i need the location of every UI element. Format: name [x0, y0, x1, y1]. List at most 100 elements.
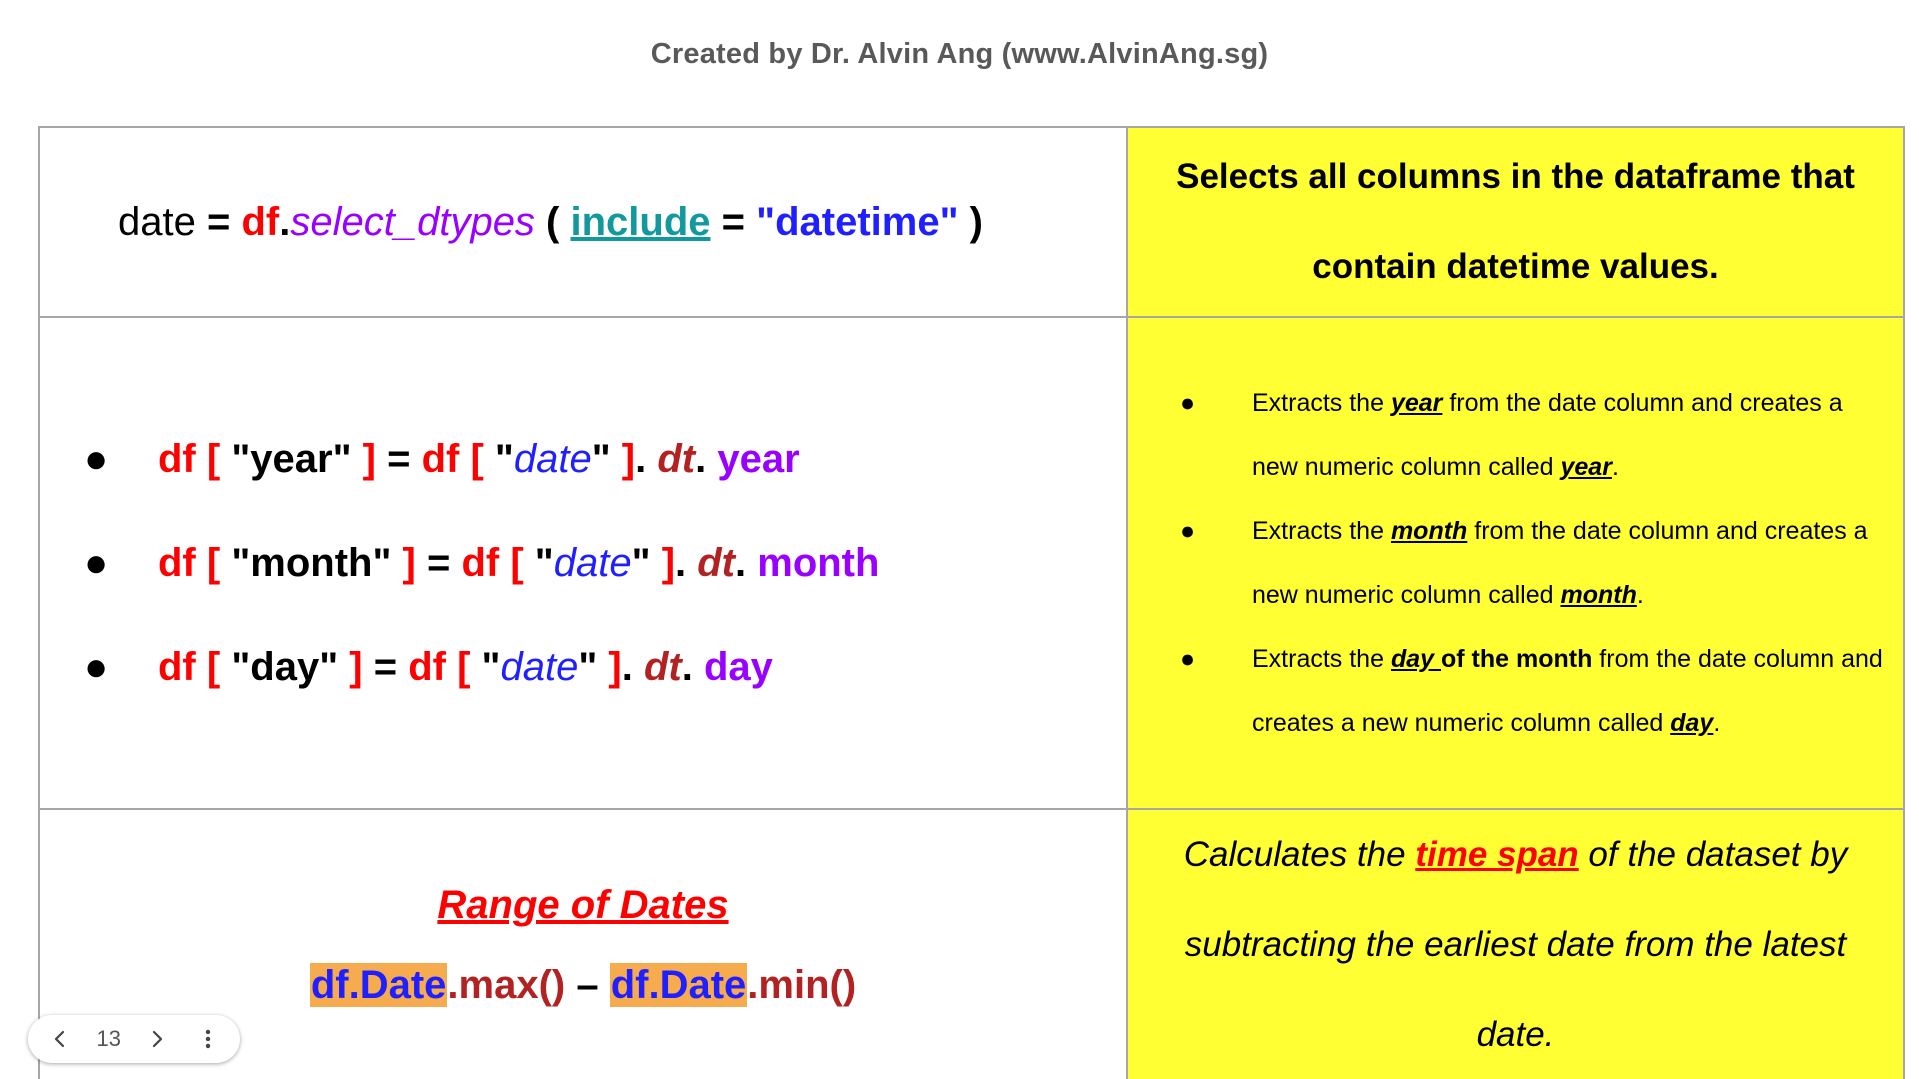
code-df: df: [421, 437, 460, 481]
code-bracket: [: [195, 437, 232, 481]
code-close-paren: ): [958, 199, 983, 244]
code-bracket: ]: [610, 437, 636, 481]
desc-text: Extracts the: [1252, 389, 1391, 417]
code-eq: =: [195, 199, 242, 244]
code-df: df: [158, 541, 196, 585]
code-attr: month: [757, 541, 880, 585]
bullet-icon: ●: [84, 645, 109, 689]
code-quote: ": [631, 541, 651, 585]
prev-page-button[interactable]: [46, 1025, 74, 1053]
highlight-df-date: df.Date: [609, 963, 748, 1007]
code-bracket: [: [195, 645, 232, 689]
document-page: Created by Dr. Alvin Ang (www.AlvinAng.s…: [0, 0, 1919, 1079]
code-bracket: ]: [650, 541, 676, 585]
content-table: date = df.select_dtypes ( include = "dat…: [38, 126, 1905, 1079]
code-col: date: [500, 645, 579, 689]
range-title: Range of Dates: [437, 883, 729, 927]
code-method: select_dtypes: [290, 199, 535, 244]
more-options-button[interactable]: [194, 1025, 222, 1053]
code-eq: =: [375, 437, 422, 481]
code-dot: .: [681, 645, 704, 689]
chevron-right-icon: [153, 1030, 163, 1048]
highlight-df-date: df.Date: [309, 963, 448, 1007]
page-number: 13: [96, 1026, 121, 1051]
code-var: date: [118, 199, 196, 244]
desc-text: .: [1713, 709, 1721, 737]
code-dot: .: [635, 437, 658, 481]
next-page-button[interactable]: [143, 1025, 171, 1053]
row-dt-extract: ● df [ "year" ] = df [ "date" ]. dt. year…: [38, 316, 1905, 810]
code-attr: year: [717, 437, 800, 481]
code-col: date: [513, 437, 592, 481]
code-dot: .: [675, 541, 698, 585]
code-key: "year": [231, 437, 352, 481]
desc-text: Calculates the: [1183, 835, 1416, 874]
code-dt: dt: [643, 645, 682, 689]
code-bracket: [: [499, 541, 535, 585]
code-open-paren: (: [534, 199, 571, 244]
desc-bold: of the month: [1441, 645, 1593, 673]
code-col: date: [553, 541, 632, 585]
code-bracket: ]: [391, 541, 416, 585]
code-eq2: =: [710, 199, 757, 244]
desc-text: .: [1611, 453, 1619, 481]
code-bracket: [: [445, 645, 482, 689]
code-item-year: ● df [ "year" ] = df [ "date" ]. dt. year: [84, 407, 1126, 511]
code-item-month: ● df [ "month" ] = df [ "date" ]. dt. mon…: [84, 511, 1126, 615]
desc-list: ● Extracts the year from the date column …: [1128, 371, 1903, 755]
code-key: "day": [231, 645, 339, 689]
code-cell-select-dtypes: date = df.select_dtypes ( include = "dat…: [38, 126, 1128, 318]
row-select-dtypes: date = df.select_dtypes ( include = "dat…: [38, 126, 1905, 318]
code-dot: .: [735, 541, 758, 585]
desc-emphasis: day: [1390, 645, 1435, 673]
desc-item-year: ● Extracts the year from the date column …: [1180, 371, 1883, 499]
code-obj: df: [241, 199, 280, 244]
code-cell-dt-extract: ● df [ "year" ] = df [ "date" ]. dt. year…: [38, 316, 1128, 810]
desc-range: Calculates the time span of the dataset …: [1128, 810, 1903, 1079]
code-bracket: ]: [597, 645, 622, 689]
code-list: ● df [ "year" ] = df [ "date" ]. dt. year…: [40, 407, 1126, 719]
desc-emphasis: month: [1390, 517, 1468, 545]
code-dot: .: [279, 199, 291, 244]
code-bracket: ]: [338, 645, 363, 689]
bullet-icon: ●: [84, 541, 109, 585]
desc-emphasis: year: [1390, 389, 1443, 417]
code-quote: ": [578, 645, 598, 689]
code-call: .min(): [747, 963, 857, 1007]
code-call: .max(): [447, 963, 566, 1007]
desc-item-day: ● Extracts the day of the month from the …: [1180, 627, 1883, 755]
code-quote: ": [534, 541, 554, 585]
code-df: df: [461, 541, 500, 585]
range-expression: df.Date.max() – df.Date.min(): [40, 957, 1126, 1013]
page-navigator: 13: [28, 1015, 240, 1063]
code-item-day: ● df [ "day" ] = df [ "date" ]. dt. day: [84, 615, 1126, 719]
bullet-icon: ●: [1180, 645, 1196, 673]
desc-text: [1434, 645, 1441, 673]
desc-item-month: ● Extracts the month from the date column…: [1180, 499, 1883, 627]
code-select-dtypes: date = df.select_dtypes ( include = "dat…: [40, 200, 1126, 245]
bullet-icon: ●: [1180, 517, 1196, 545]
code-df: df: [158, 645, 196, 689]
code-dot: .: [695, 437, 718, 481]
desc-emphasis: month: [1560, 581, 1637, 609]
desc-cell-dt-extract: ● Extracts the year from the date column …: [1126, 316, 1905, 810]
desc-select-dtypes: Selects all columns in the dataframe tha…: [1176, 157, 1855, 286]
code-param: include: [570, 199, 711, 244]
kebab-menu-icon: [205, 1029, 211, 1049]
code-bracket: [: [195, 541, 232, 585]
desc-emphasis: time span: [1415, 835, 1579, 874]
code-eq: =: [415, 541, 462, 585]
desc-text: Extracts the: [1252, 645, 1391, 673]
desc-cell-select-dtypes: Selects all columns in the dataframe tha…: [1126, 126, 1905, 318]
row-range-of-dates: Range of Dates df.Date.max() – df.Date.m…: [38, 808, 1905, 1079]
bullet-icon: ●: [1180, 389, 1196, 417]
code-dt: dt: [657, 437, 696, 481]
code-quote: ": [591, 437, 611, 481]
code-minus: –: [565, 963, 610, 1007]
code-eq: =: [362, 645, 409, 689]
code-df: df: [408, 645, 446, 689]
desc-text: .: [1636, 581, 1644, 609]
code-quote: ": [494, 437, 514, 481]
code-df: df: [158, 437, 196, 481]
code-key: "month": [231, 541, 392, 585]
